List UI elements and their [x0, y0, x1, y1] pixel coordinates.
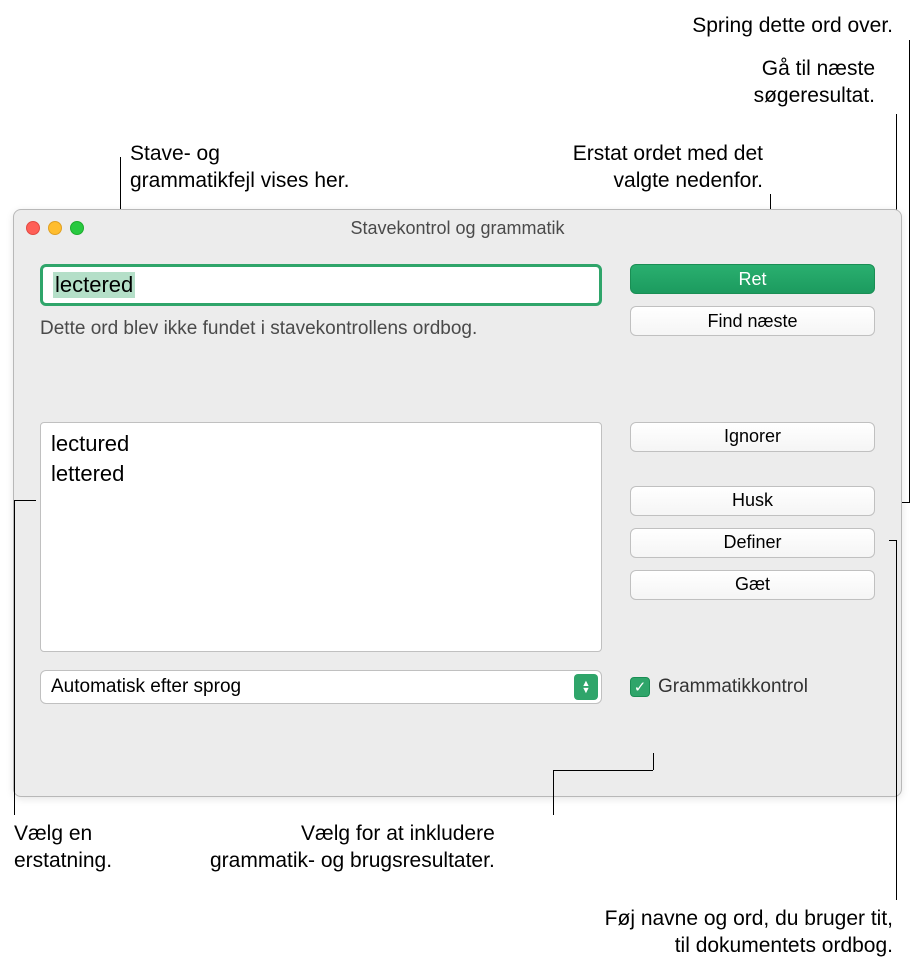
- callout-text-line: Vælg en: [14, 820, 112, 847]
- callout-line: [653, 753, 654, 770]
- callout-text-line: til dokumentets ordbog.: [605, 932, 893, 959]
- grammar-checkbox[interactable]: ✓: [630, 677, 650, 697]
- callout-text-line: søgeresultat.: [754, 82, 875, 109]
- list-item[interactable]: lectured: [51, 429, 591, 459]
- callout-text-line: Stave- og: [130, 140, 349, 167]
- window-title: Stavekontrol og grammatik: [14, 218, 901, 239]
- callout-choose-replacement: Vælg en erstatning.: [14, 820, 112, 875]
- callout-text-line: Gå til næste: [754, 55, 875, 82]
- minimize-icon[interactable]: [48, 221, 62, 235]
- define-button[interactable]: Definer: [630, 528, 875, 558]
- grammar-checkbox-label: Grammatikkontrol: [658, 676, 808, 698]
- suggestions-list[interactable]: lectured lettered: [40, 422, 602, 652]
- language-dropdown[interactable]: Automatisk efter sprog ▲ ▼: [40, 670, 602, 704]
- correct-button[interactable]: Ret: [630, 264, 875, 294]
- callout-line: [553, 770, 554, 815]
- callout-line: [909, 40, 910, 503]
- callout-text-line: Erstat ordet med det: [573, 140, 763, 167]
- remember-button[interactable]: Husk: [630, 486, 875, 516]
- callout-errors-shown: Stave- og grammatikfejl vises her.: [130, 140, 349, 195]
- window-content: lectered Dette ord blev ikke fundet i st…: [14, 246, 901, 722]
- traffic-lights: [26, 221, 84, 235]
- callout-line: [889, 540, 897, 541]
- callout-line: [553, 770, 653, 771]
- callout-text-line: valgte nedenfor.: [573, 167, 763, 194]
- list-item[interactable]: lettered: [51, 459, 591, 489]
- status-text: Dette ord blev ikke fundet i stavekontro…: [40, 316, 520, 342]
- callout-text-line: Føj navne og ord, du bruger tit,: [605, 905, 893, 932]
- grammar-checkbox-row: ✓ Grammatikkontrol: [630, 676, 875, 698]
- callout-line: [14, 500, 15, 815]
- chevron-up-down-icon: ▲ ▼: [574, 674, 598, 700]
- callout-add-names: Føj navne og ord, du bruger tit, til dok…: [605, 905, 893, 960]
- spell-check-window: Stavekontrol og grammatik lectered Dette…: [13, 209, 902, 797]
- callout-include-grammar: Vælg for at inkludere grammatik- og brug…: [210, 820, 495, 875]
- guess-button[interactable]: Gæt: [630, 570, 875, 600]
- titlebar: Stavekontrol og grammatik: [14, 210, 901, 246]
- maximize-icon[interactable]: [70, 221, 84, 235]
- callout-text-line: erstatning.: [14, 847, 112, 874]
- close-icon[interactable]: [26, 221, 40, 235]
- callout-text-line: grammatikfejl vises her.: [130, 167, 349, 194]
- callout-line: [14, 500, 36, 501]
- word-highlight: lectered: [53, 272, 135, 298]
- callout-line: [896, 540, 897, 900]
- callout-next-result: Gå til næste søgeresultat.: [754, 55, 875, 110]
- find-next-button[interactable]: Find næste: [630, 306, 875, 336]
- callout-replace-word: Erstat ordet med det valgte nedenfor.: [573, 140, 763, 195]
- callout-skip-word: Spring dette ord over.: [692, 12, 893, 39]
- dropdown-label: Automatisk efter sprog: [51, 676, 241, 698]
- ignore-button[interactable]: Ignorer: [630, 422, 875, 452]
- callout-text-line: Vælg for at inkludere: [210, 820, 495, 847]
- word-input[interactable]: lectered: [40, 264, 602, 306]
- callout-text-line: grammatik- og brugsresultater.: [210, 847, 495, 874]
